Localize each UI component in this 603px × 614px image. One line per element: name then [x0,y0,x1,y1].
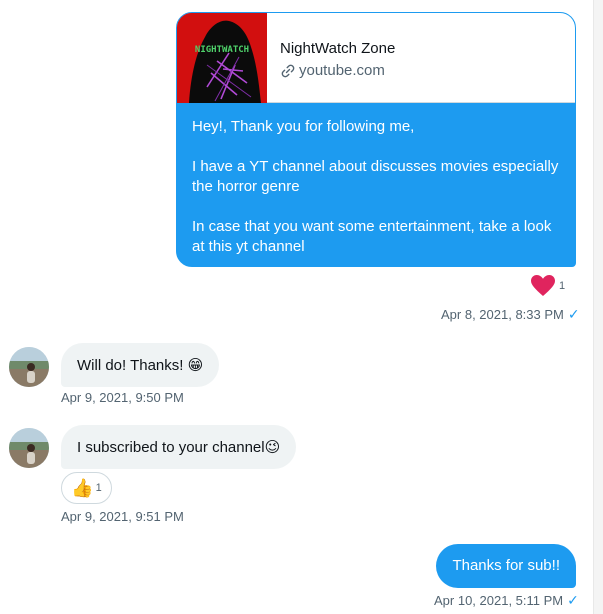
winking-emoji-icon: 😉 [264,438,281,456]
message-paragraph: In case that you want some entertainment… [192,218,552,255]
heart-reaction[interactable]: 1 [530,274,565,298]
message-timestamp: Apr 9, 2021, 9:51 PM [61,509,184,524]
link-preview[interactable]: NIGHTWATCH NightWatch Zone youtube.com [177,13,575,103]
link-thumbnail: NIGHTWATCH [177,13,267,103]
incoming-message[interactable]: I subscribed to your channel😉 [61,425,297,469]
thumbs-up-reaction[interactable]: 👍 1 [61,472,112,504]
timestamp-text: Apr 10, 2021, 5:11 PM [434,593,564,608]
link-title: NightWatch Zone [280,40,396,57]
scrollbar[interactable] [593,0,603,614]
message-paragraph: I have a YT channel about discusses movi… [192,158,559,195]
thumbnail-text: NIGHTWATCH [195,45,249,55]
incoming-message[interactable]: Will do! Thanks! 😁 [61,343,220,387]
reaction-count: 1 [95,482,102,494]
grinning-emoji-icon: 😁 [187,356,204,374]
timestamp-text: Apr 8, 2021, 8:33 PM [441,307,564,322]
message-timestamp: Apr 9, 2021, 9:50 PM [61,390,184,405]
sent-check-icon: ✓ [567,592,579,608]
message-text: Will do! Thanks! [77,357,184,374]
link-card-message[interactable]: NIGHTWATCH NightWatch Zone youtube.com H… [176,12,576,267]
message-timestamp: Apr 8, 2021, 8:33 PM ✓ [441,306,580,323]
heart-icon [531,275,555,296]
message-text: I subscribed to your channel [77,439,265,456]
avatar[interactable] [9,347,49,387]
reaction-count: 1 [559,280,566,292]
link-card-text: Hey!, Thank you for following me, I have… [192,117,567,257]
outgoing-message[interactable]: Thanks for sub!! [436,544,576,588]
avatar[interactable] [9,428,49,468]
thumbs-up-icon: 👍 [71,477,94,499]
message-timestamp: Apr 10, 2021, 5:11 PM ✓ [434,592,579,609]
message-paragraph: Hey!, Thank you for following me, [192,118,415,135]
link-domain: youtube.com [299,62,385,79]
message-text: Thanks for sub!! [452,557,560,574]
link-domain-row: youtube.com [280,62,385,79]
sent-check-icon: ✓ [567,306,580,322]
link-icon [280,63,296,79]
